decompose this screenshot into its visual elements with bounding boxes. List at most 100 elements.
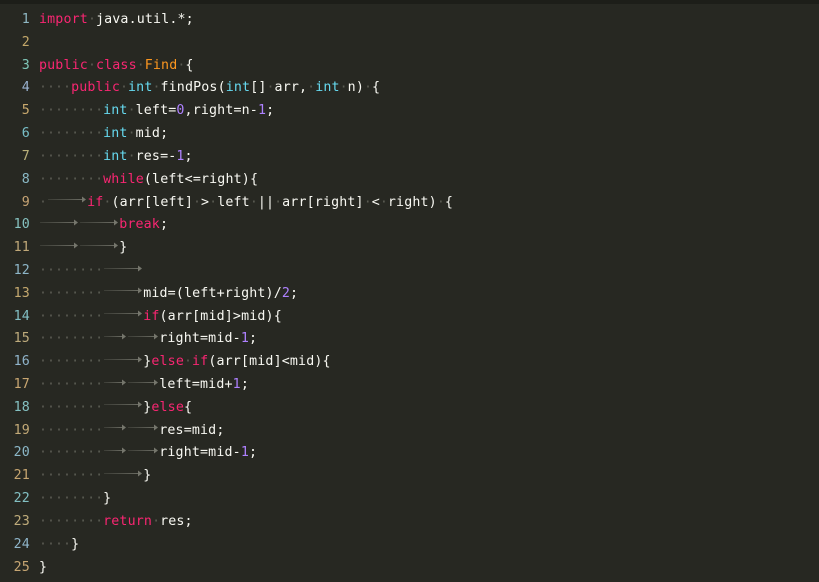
space-marker-icon: ·	[95, 468, 104, 484]
code-line[interactable]: 1 import·java.util.*;	[0, 9, 819, 32]
space-marker-icon: ·	[55, 399, 64, 415]
space-marker-icon: ·	[55, 513, 64, 529]
token-pun: }	[39, 559, 48, 575]
code-line[interactable]: 10 break;	[0, 214, 819, 237]
space-marker-icon: ·	[55, 491, 64, 507]
line-content[interactable]: ····public·int·findPos(int[]·arr,·int·n)…	[39, 77, 819, 100]
line-content[interactable]: import·java.util.*;	[39, 9, 819, 32]
line-content[interactable]: break;	[39, 214, 819, 237]
token-txt: res=mid;	[159, 422, 225, 438]
line-content[interactable]: ····}	[39, 534, 819, 557]
space-marker-icon: ·	[47, 103, 56, 119]
code-line[interactable]: 21 ········}	[0, 465, 819, 488]
line-content[interactable]: ········ right=mid-1;	[39, 328, 819, 351]
line-content[interactable]: ········ left=mid+1;	[39, 374, 819, 397]
line-content[interactable]: ········int·mid;	[39, 123, 819, 146]
code-editor[interactable]: 1 import·java.util.*; 2 3 public·class·Find·…	[0, 0, 819, 582]
token-txt: mid;	[135, 126, 169, 142]
line-number: 6	[21, 126, 30, 142]
space-marker-icon: ·	[127, 126, 136, 142]
line-content[interactable]: public·class·Find·{	[39, 55, 819, 78]
code-line[interactable]: 22 ········}	[0, 488, 819, 511]
line-content[interactable]: ········}else{	[39, 397, 819, 420]
line-content[interactable]: · if·(arr[left]·>·left·||·arr[right]·<·ri…	[39, 192, 819, 215]
line-content[interactable]: ········ mid=(left+right)/2;	[39, 283, 819, 306]
line-content[interactable]: ········}else·if(arr[mid]<mid){	[39, 351, 819, 374]
line-content[interactable]: }	[39, 237, 819, 260]
code-line[interactable]: 8 ········while(left<=right){	[0, 169, 819, 192]
line-content[interactable]: ········int·res=-1;	[39, 146, 819, 169]
space-marker-icon: ·	[95, 103, 104, 119]
token-txt: (arr[mid]<mid)	[208, 354, 323, 370]
space-marker-icon: ·	[152, 513, 161, 529]
space-marker-icon: ·	[87, 377, 96, 392]
line-number: 18	[13, 399, 30, 415]
line-content[interactable]: ········return·res;	[39, 511, 819, 534]
line-number: 21	[13, 468, 30, 484]
line-content[interactable]: ········}	[39, 465, 819, 488]
space-marker-icon: ·	[47, 513, 56, 529]
space-marker-icon: ·	[249, 194, 258, 210]
space-marker-icon: ·	[55, 126, 64, 142]
line-content[interactable]: ········ if(arr[mid]>mid){	[39, 306, 819, 329]
code-line[interactable]: 25}	[0, 557, 819, 580]
code-line[interactable]: 17 ········ left=mid+1;	[0, 374, 819, 397]
code-line[interactable]: 7 ········int·res=-1;	[0, 146, 819, 169]
space-marker-icon: ·	[55, 468, 64, 484]
code-line[interactable]: 24 ····}	[0, 534, 819, 557]
space-marker-icon: ·	[47, 354, 56, 370]
token-op: /	[273, 285, 282, 301]
token-pun: {	[185, 57, 194, 73]
space-marker-icon: ·	[95, 445, 104, 461]
space-marker-icon: ·	[379, 194, 389, 210]
code-line[interactable]: 13 ········ mid=(left+right)/2;	[0, 283, 819, 306]
code-line[interactable]: 2	[0, 32, 819, 55]
code-surface[interactable]: 1 import·java.util.*; 2 3 public·class·Find·…	[0, 4, 819, 582]
code-line[interactable]: 23 ········return·res;	[0, 511, 819, 534]
line-content[interactable]: ········}	[39, 488, 819, 511]
line-content[interactable]: ········while(left<=right){	[39, 169, 819, 192]
space-marker-icon: ·	[47, 422, 56, 438]
space-marker-icon: ·	[120, 80, 129, 96]
space-marker-icon: ·	[87, 103, 96, 119]
space-marker-icon: ·	[55, 377, 64, 392]
space-marker-icon: ·	[79, 422, 88, 438]
tab-marker-icon	[39, 238, 79, 251]
code-line[interactable]: 6 ········int·mid;	[0, 123, 819, 146]
space-marker-icon: ·	[87, 126, 96, 142]
token-num: 1	[232, 377, 241, 392]
code-line[interactable]: 14 ········ if(arr[mid]>mid){	[0, 306, 819, 329]
space-marker-icon: ·	[55, 148, 64, 164]
token-txt: right)	[387, 194, 437, 210]
space-marker-icon: ·	[95, 354, 104, 370]
token-txt: (arr[mid]>mid)	[159, 308, 274, 324]
space-marker-icon: ·	[39, 536, 48, 552]
line-content[interactable]: ········ right=mid-1;	[39, 442, 819, 465]
code-line[interactable]: 3 public·class·Find·{	[0, 55, 819, 78]
code-line[interactable]: 12 ········	[0, 260, 819, 283]
token-txt: ;	[184, 148, 193, 164]
code-line[interactable]: 15 ········ right=mid-1;	[0, 328, 819, 351]
line-content[interactable]: ········int·left=0,right=n-1;	[39, 100, 819, 123]
line-content[interactable]: ········	[39, 260, 819, 283]
code-line[interactable]: 11}	[0, 237, 819, 260]
space-marker-icon: ·	[193, 194, 202, 210]
space-marker-icon: ·	[87, 12, 97, 27]
code-line[interactable]: 20 ········ right=mid-1;	[0, 442, 819, 465]
code-line[interactable]: 4 ····public·int·findPos(int[]·arr,·int·n…	[0, 77, 819, 100]
code-line[interactable]: 16 ········}else·if(arr[mid]<mid){	[0, 351, 819, 374]
code-line[interactable]: 9 · if·(arr[left]·>·left·||·arr[right]·<·r…	[0, 192, 819, 215]
space-marker-icon: ·	[39, 331, 48, 347]
line-content[interactable]: ········ res=mid;	[39, 420, 819, 443]
line-content[interactable]: }	[39, 557, 819, 580]
token-kw: else	[151, 354, 184, 370]
code-line[interactable]: 18 ········}else{	[0, 397, 819, 420]
space-marker-icon: ·	[95, 126, 104, 142]
token-kw: import	[39, 12, 88, 27]
code-line[interactable]: 5 ········int·left=0,right=n-1;	[0, 100, 819, 123]
tab-marker-icon	[103, 352, 143, 365]
token-num: 1	[240, 331, 249, 347]
code-line[interactable]: 19 ········ res=mid;	[0, 420, 819, 443]
line-number: 24	[13, 536, 30, 552]
space-marker-icon: ·	[339, 80, 348, 96]
